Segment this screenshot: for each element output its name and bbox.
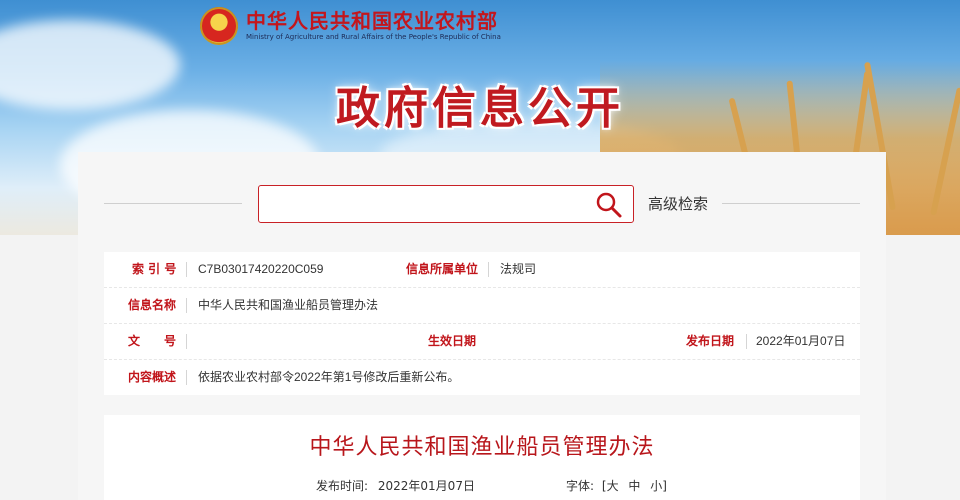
ministry-name-cn: 中华人民共和国农业农村部 — [246, 9, 498, 33]
unit-label: 信息所属单位 — [406, 262, 479, 276]
article-section: 中华人民共和国渔业船员管理办法 发布时间: 2022年01月07日 字体: [大… — [104, 415, 860, 500]
publish-date-label: 发布日期 — [686, 334, 735, 348]
divider — [488, 262, 489, 277]
summary-value: 依据农业农村部令2022年第1号修改后重新公布。 — [198, 370, 460, 384]
info-row-summary: 内容概述 依据农业农村部令2022年第1号修改后重新公布。 — [104, 360, 860, 395]
info-row-index: 索 引 号 C7B03017420220C059 信息所属单位 法规司 — [104, 252, 860, 288]
index-label: 索 引 号 — [132, 262, 177, 276]
divider — [186, 298, 187, 313]
ministry-logo[interactable]: 中华人民共和国农业农村部 Ministry of Agriculture and… — [200, 5, 501, 47]
font-size-label: 字体: — [566, 479, 595, 493]
publish-time-label: 发布时间: — [316, 479, 369, 493]
font-bracket-close: ] — [662, 479, 667, 493]
article-publish-time: 发布时间: 2022年01月07日 — [316, 477, 475, 494]
font-size-switcher: 字体: [大 中 小] — [566, 477, 667, 494]
font-size-medium-button[interactable]: 中 — [628, 479, 640, 493]
ministry-name: 中华人民共和国农业农村部 Ministry of Agriculture and… — [246, 10, 501, 42]
index-value: C7B03017420220C059 — [198, 262, 324, 276]
article-title: 中华人民共和国渔业船员管理办法 — [309, 435, 655, 460]
national-emblem-icon — [200, 7, 238, 45]
advanced-search-link[interactable]: 高级检索 — [648, 193, 708, 214]
search-input[interactable] — [267, 192, 591, 218]
search-divider-left — [104, 203, 242, 204]
ministry-name-en: Ministry of Agriculture and Rural Affair… — [246, 33, 501, 41]
doc-no-label: 文 号 — [128, 334, 177, 348]
search-icon — [596, 192, 622, 218]
publish-date-value: 2022年01月07日 — [756, 334, 846, 348]
info-table: 索 引 号 C7B03017420220C059 信息所属单位 法规司 信息名称… — [104, 252, 860, 395]
divider — [746, 334, 747, 349]
search-button[interactable] — [595, 191, 623, 219]
banner-title: 政府信息公开 — [336, 83, 624, 134]
font-size-small-button[interactable]: 小 — [650, 479, 662, 493]
divider — [186, 370, 187, 385]
font-size-large-button[interactable]: 大 — [607, 479, 619, 493]
unit-value: 法规司 — [500, 262, 537, 276]
search-divider-right — [722, 203, 860, 204]
divider — [186, 262, 187, 277]
divider — [186, 334, 187, 349]
info-row-name: 信息名称 中华人民共和国渔业船员管理办法 — [104, 288, 860, 324]
publish-time-value: 2022年01月07日 — [377, 479, 475, 493]
name-value: 中华人民共和国渔业船员管理办法 — [198, 298, 379, 312]
info-row-doc: 文 号 生效日期 发布日期 2022年01月07日 — [104, 324, 860, 360]
summary-label: 内容概述 — [128, 370, 177, 384]
name-label: 信息名称 — [128, 298, 177, 312]
search-box[interactable] — [258, 185, 634, 223]
effective-date-label: 生效日期 — [428, 334, 477, 348]
